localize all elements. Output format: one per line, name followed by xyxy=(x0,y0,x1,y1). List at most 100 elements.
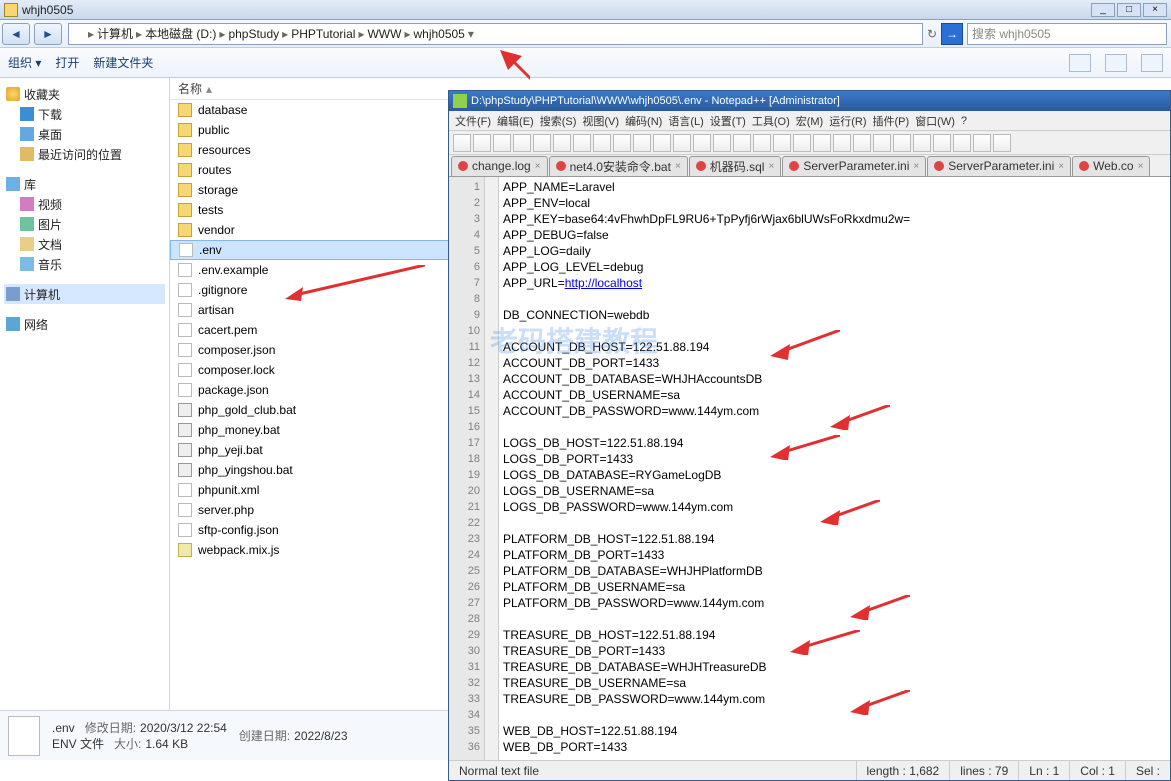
file-name: routes xyxy=(198,163,231,177)
menu-item[interactable]: 插件(P) xyxy=(871,113,912,129)
toolbar-icon[interactable] xyxy=(693,134,711,152)
editor-tab[interactable]: change.log× xyxy=(451,156,548,176)
folder-icon xyxy=(178,143,192,157)
toolbar-icon[interactable] xyxy=(633,134,651,152)
toolbar-icon[interactable] xyxy=(893,134,911,152)
new-folder-button[interactable]: 新建文件夹 xyxy=(93,54,153,71)
tab-close-icon[interactable]: × xyxy=(913,161,919,172)
nav-pictures[interactable]: 图片 xyxy=(4,214,165,234)
toolbar-icon[interactable] xyxy=(553,134,571,152)
menu-item[interactable]: 设置(T) xyxy=(708,113,748,129)
tab-close-icon[interactable]: × xyxy=(1058,161,1064,172)
menu-item[interactable]: ? xyxy=(959,115,969,127)
editor-tab[interactable]: Web.co× xyxy=(1072,156,1150,176)
nav-computer[interactable]: 计算机 xyxy=(4,284,165,304)
toolbar-icon[interactable] xyxy=(753,134,771,152)
forward-button[interactable]: ► xyxy=(34,23,62,45)
nav-documents[interactable]: 文档 xyxy=(4,234,165,254)
file-icon xyxy=(178,303,192,317)
toolbar-icon[interactable] xyxy=(773,134,791,152)
npp-menubar[interactable]: 文件(F)编辑(E)搜索(S)视图(V)编码(N)语言(L)设置(T)工具(O)… xyxy=(449,111,1170,131)
open-button[interactable]: 打开 xyxy=(55,54,79,71)
breadcrumb-segment[interactable]: whjh0505 xyxy=(413,27,464,41)
close-button[interactable]: × xyxy=(1143,3,1167,17)
maximize-button[interactable]: □ xyxy=(1117,3,1141,17)
view-icon[interactable] xyxy=(1069,54,1091,72)
toolbar-icon[interactable] xyxy=(713,134,731,152)
toolbar-icon[interactable] xyxy=(933,134,951,152)
toolbar-icon[interactable] xyxy=(653,134,671,152)
toolbar-icon[interactable] xyxy=(733,134,751,152)
editor-tab[interactable]: net4.0安装命令.bat× xyxy=(549,156,688,176)
toolbar-icon[interactable] xyxy=(993,134,1011,152)
menu-item[interactable]: 宏(M) xyxy=(794,113,826,129)
toolbar-icon[interactable] xyxy=(913,134,931,152)
menu-item[interactable]: 视图(V) xyxy=(580,113,621,129)
breadcrumb-segment[interactable]: 本地磁盘 (D:) xyxy=(145,27,216,41)
file-name: .env xyxy=(199,243,222,257)
toolbar-icon[interactable] xyxy=(533,134,551,152)
toolbar-icon[interactable] xyxy=(593,134,611,152)
line-gutter: 1234567891011121314151617181920212223242… xyxy=(449,177,485,760)
preview-icon[interactable] xyxy=(1105,54,1127,72)
npp-editor[interactable]: 1234567891011121314151617181920212223242… xyxy=(449,177,1170,760)
tab-dirty-icon xyxy=(789,161,799,171)
toolbar-icon[interactable] xyxy=(853,134,871,152)
minimize-button[interactable]: _ xyxy=(1091,3,1115,17)
details-type: ENV 文件 xyxy=(52,737,104,751)
toolbar-icon[interactable] xyxy=(473,134,491,152)
go-button[interactable]: → xyxy=(941,23,963,45)
search-input[interactable]: 搜索 whjh0505 xyxy=(967,23,1167,45)
organize-menu[interactable]: 组织 ▾ xyxy=(8,54,41,71)
refresh-icon[interactable]: ↻ xyxy=(927,27,937,41)
toolbar-icon[interactable] xyxy=(793,134,811,152)
toolbar-icon[interactable] xyxy=(513,134,531,152)
breadcrumb-segment[interactable]: phpStudy xyxy=(228,27,279,41)
toolbar-icon[interactable] xyxy=(873,134,891,152)
file-name: cacert.pem xyxy=(198,323,257,337)
breadcrumb-segment[interactable]: WWW xyxy=(367,27,401,41)
editor-tab[interactable]: ServerParameter.ini× xyxy=(782,156,926,176)
file-name: public xyxy=(198,123,229,137)
toolbar-icon[interactable] xyxy=(613,134,631,152)
menu-item[interactable]: 编辑(E) xyxy=(495,113,536,129)
toolbar-icon[interactable] xyxy=(813,134,831,152)
nav-desktop[interactable]: 桌面 xyxy=(4,124,165,144)
nav-music[interactable]: 音乐 xyxy=(4,254,165,274)
menu-item[interactable]: 文件(F) xyxy=(453,113,493,129)
toolbar-icon[interactable] xyxy=(673,134,691,152)
file-name: php_yeji.bat xyxy=(198,443,263,457)
editor-tab[interactable]: 机器码.sql× xyxy=(689,156,782,176)
nav-videos[interactable]: 视频 xyxy=(4,194,165,214)
menu-item[interactable]: 运行(R) xyxy=(827,113,868,129)
notepadpp-window: D:\phpStudy\PHPTutorial\WWW\whjh0505\.en… xyxy=(448,90,1171,781)
breadcrumb[interactable]: ▸计算机▸本地磁盘 (D:)▸phpStudy▸PHPTutorial▸WWW▸… xyxy=(68,23,923,45)
help-icon[interactable] xyxy=(1141,54,1163,72)
back-button[interactable]: ◄ xyxy=(2,23,30,45)
nav-network[interactable]: 网络 xyxy=(4,314,165,334)
nav-libraries[interactable]: 库 xyxy=(4,174,165,194)
tab-close-icon[interactable]: × xyxy=(1138,161,1144,172)
editor-tab[interactable]: ServerParameter.ini× xyxy=(927,156,1071,176)
toolbar-icon[interactable] xyxy=(833,134,851,152)
tab-close-icon[interactable]: × xyxy=(675,161,681,172)
toolbar-icon[interactable] xyxy=(973,134,991,152)
tab-close-icon[interactable]: × xyxy=(535,161,541,172)
toolbar-icon[interactable] xyxy=(953,134,971,152)
menu-item[interactable]: 语言(L) xyxy=(666,113,705,129)
breadcrumb-segment[interactable]: 计算机 xyxy=(97,27,133,41)
menu-item[interactable]: 搜索(S) xyxy=(538,113,579,129)
tab-close-icon[interactable]: × xyxy=(768,161,774,172)
breadcrumb-segment[interactable]: PHPTutorial xyxy=(291,27,355,41)
menu-item[interactable]: 工具(O) xyxy=(750,113,792,129)
toolbar-icon[interactable] xyxy=(453,134,471,152)
menu-item[interactable]: 窗口(W) xyxy=(913,113,957,129)
nav-downloads[interactable]: 下载 xyxy=(4,104,165,124)
menu-item[interactable]: 编码(N) xyxy=(623,113,664,129)
toolbar-icon[interactable] xyxy=(573,134,591,152)
nav-recent[interactable]: 最近访问的位置 xyxy=(4,144,165,164)
code-area[interactable]: APP_NAME=LaravelAPP_ENV=localAPP_KEY=bas… xyxy=(499,177,1170,760)
toolbar-icon[interactable] xyxy=(493,134,511,152)
nav-favorites[interactable]: 收藏夹 xyxy=(4,84,165,104)
file-name: package.json xyxy=(198,383,269,397)
